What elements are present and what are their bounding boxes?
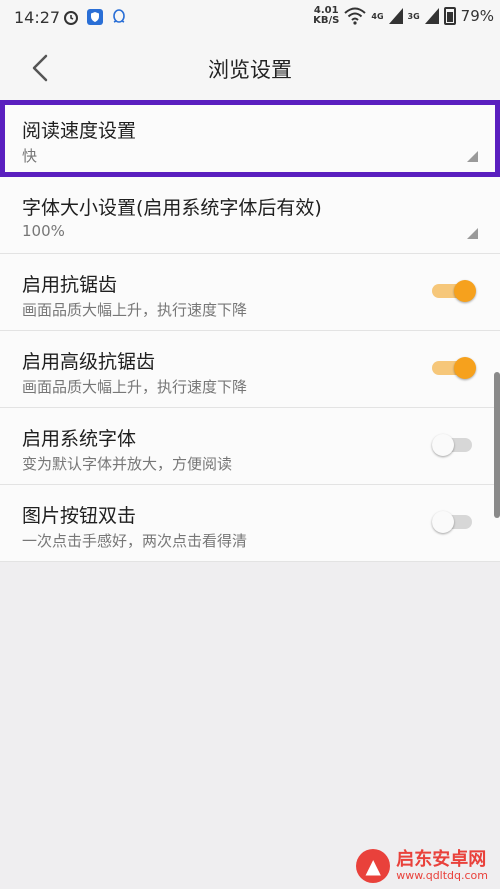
setting-label: 启用抗锯齿 (22, 274, 118, 296)
signal1-label: 4G (371, 11, 384, 21)
watermark-logo-icon: ▲ (356, 849, 391, 883)
signal2-label: 3G (407, 11, 420, 21)
setting-label: 字体大小设置(启用系统字体后有效) (22, 197, 322, 219)
setting-description: 变为默认字体并放大，方便阅读 (22, 455, 233, 473)
system-font-toggle[interactable] (432, 434, 476, 456)
net-speed: 4.01 KB/S (313, 6, 339, 26)
dropdown-corner-icon (467, 151, 478, 162)
battery-icon (443, 7, 456, 25)
wifi-icon (344, 7, 367, 25)
setting-label: 启用系统字体 (22, 428, 137, 450)
settings-list: 阅读速度设置 快 字体大小设置(启用系统字体后有效) 100% 启用抗锯齿 画面… (0, 100, 500, 562)
setting-description: 一次点击手感好，两次点击看得清 (22, 532, 248, 550)
status-bar: 14:27 4.01 KB/S 4G 3G 79% (0, 0, 500, 36)
setting-image-double-click: 图片按钮双击 一次点击手感好，两次点击看得清 (0, 485, 500, 562)
setting-label: 启用高级抗锯齿 (22, 351, 156, 373)
status-right-group: 4.01 KB/S 4G 3G 79% (313, 6, 494, 26)
shield-app-icon (87, 9, 103, 25)
watermark-name: 启东安卓网 (396, 849, 487, 870)
app-header: 浏览设置 (0, 36, 500, 100)
setting-advanced-antialias: 启用高级抗锯齿 画面品质大幅上升，执行速度下降 (0, 331, 500, 408)
setting-system-font: 启用系统字体 变为默认字体并放大，方便阅读 (0, 408, 500, 485)
net-speed-unit: KB/S (313, 15, 340, 26)
setting-font-size[interactable]: 字体大小设置(启用系统字体后有效) 100% (0, 177, 500, 254)
page-title: 浏览设置 (208, 58, 292, 82)
alarm-icon (64, 11, 78, 25)
advanced-antialias-toggle[interactable] (432, 357, 476, 379)
dropdown-corner-icon (467, 228, 478, 239)
setting-label: 图片按钮双击 (22, 505, 137, 527)
signal-icon-2 (424, 8, 439, 24)
antialias-toggle[interactable] (432, 280, 476, 302)
qq-icon (113, 9, 125, 23)
signal-icon (388, 8, 403, 24)
status-time: 14:27 (14, 8, 61, 27)
setting-label: 阅读速度设置 (22, 120, 137, 142)
image-double-click-toggle[interactable] (432, 511, 476, 533)
setting-value: 快 (22, 147, 38, 165)
watermark-url: www.qdltdq.com (396, 869, 488, 882)
watermark: ▲ 启东安卓网 www.qdltdq.com (356, 849, 488, 883)
setting-description: 画面品质大幅上升，执行速度下降 (22, 301, 248, 319)
watermark-text: 启东安卓网 www.qdltdq.com (396, 850, 488, 882)
battery-level: 79% (460, 7, 494, 25)
setting-antialias: 启用抗锯齿 画面品质大幅上升，执行速度下降 (0, 254, 500, 331)
setting-reading-speed[interactable]: 阅读速度设置 快 (0, 100, 500, 177)
scrollbar[interactable] (494, 372, 500, 518)
setting-value: 100% (22, 222, 65, 240)
notification-icons (62, 8, 128, 26)
setting-description: 画面品质大幅上升，执行速度下降 (22, 378, 248, 396)
